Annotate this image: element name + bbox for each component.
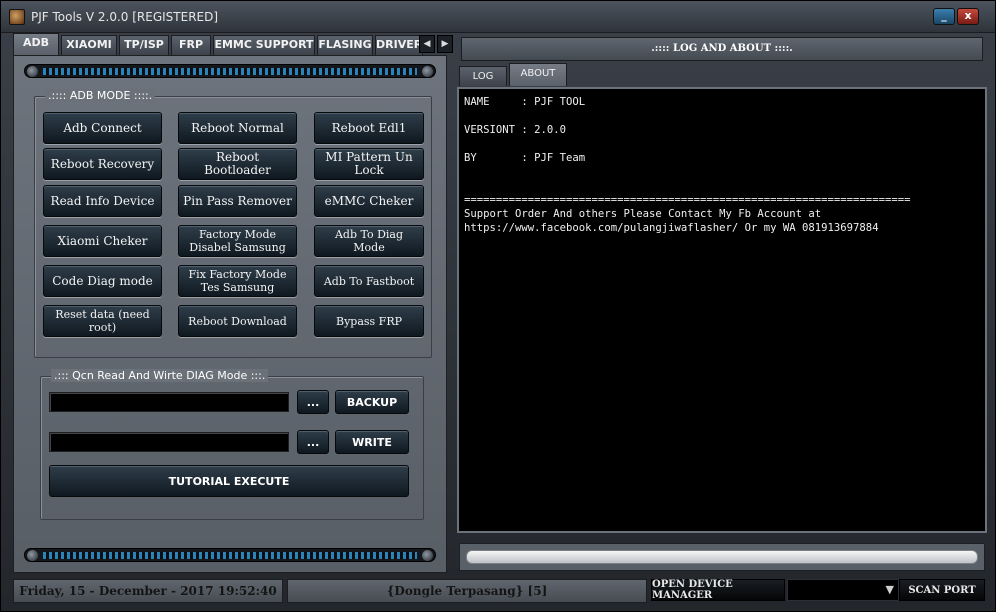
factory-mode-disable-button[interactable]: Factory Mode Disabel Samsung — [178, 225, 297, 257]
reboot-download-button[interactable]: Reboot Download — [178, 305, 297, 337]
adb-panel: .:::: ADB MODE ::::. Adb Connect Reboot … — [13, 55, 447, 573]
fix-factory-mode-button[interactable]: Fix Factory Mode Tes Samsung — [178, 265, 297, 297]
write-button[interactable]: WRITE — [335, 430, 409, 454]
tab-frp[interactable]: FRP — [171, 35, 211, 55]
console-line: Support Order And others Please Contact … — [464, 208, 822, 220]
close-button[interactable]: x — [957, 8, 979, 25]
dropdown-arrow-icon[interactable]: ▼ — [886, 583, 894, 596]
reboot-edl-button[interactable]: Reboot Edl1 — [314, 112, 424, 144]
led-strip-bottom — [24, 548, 436, 562]
console-line: ​ — [464, 137, 980, 151]
led-dot-icon — [422, 66, 433, 77]
tutorial-execute-button[interactable]: TUTORIAL EXECUTE — [49, 465, 409, 497]
console-line: ========================================… — [464, 194, 911, 206]
app-window: PJF Tools V 2.0.0 [REGISTERED] _ x ADB X… — [0, 0, 996, 612]
write-browse-button[interactable]: ... — [297, 430, 329, 454]
datetime-status: Friday, 15 - December - 2017 19:52:40 — [13, 579, 283, 603]
xiaomi-cheker-button[interactable]: Xiaomi Cheker — [43, 225, 162, 257]
adb-mode-group: .:::: ADB MODE ::::. Adb Connect Reboot … — [34, 89, 432, 358]
backup-path-field[interactable] — [49, 392, 289, 412]
console-line: BY : PJF Team — [464, 152, 586, 164]
console-line: https://www.facebook.com/pulangjiwaflash… — [464, 222, 879, 234]
console-line: ​ — [464, 165, 980, 179]
read-info-device-button[interactable]: Read Info Device — [43, 185, 162, 217]
window-title: PJF Tools V 2.0.0 [REGISTERED] — [31, 10, 219, 24]
tab-scroll-left-icon[interactable]: ◀ — [419, 35, 435, 53]
log-about-header: .:::: LOG AND ABOUT ::::. — [461, 37, 983, 61]
reboot-normal-button[interactable]: Reboot Normal — [178, 112, 297, 144]
write-path-field[interactable] — [49, 432, 289, 452]
tab-adb[interactable]: ADB — [13, 33, 59, 55]
led-dot-icon — [27, 66, 38, 77]
reboot-bootloader-button[interactable]: Reboot Bootloader — [178, 148, 297, 180]
title-bar: PJF Tools V 2.0.0 [REGISTERED] _ x — [1, 1, 995, 33]
console-line: NAME : PJF TOOL — [464, 96, 586, 108]
reset-data-button[interactable]: Reset data (need root) — [43, 305, 162, 337]
tab-driver[interactable]: DRIVER — [375, 35, 423, 55]
tab-tp-isp[interactable]: TP/ISP — [119, 35, 169, 55]
led-dot-icon — [27, 550, 38, 561]
tab-xiaomi[interactable]: XIAOMI — [61, 35, 117, 55]
backup-button[interactable]: BACKUP — [335, 390, 409, 414]
console-line: ​ — [464, 109, 980, 123]
led-dot-icon — [422, 550, 433, 561]
code-diag-mode-button[interactable]: Code Diag mode — [43, 265, 162, 297]
tab-flasing[interactable]: FLASING — [317, 35, 373, 55]
qcn-group: .::: Qcn Read And Wirte DIAG Mode :::. .… — [40, 369, 424, 520]
adb-to-fastboot-button[interactable]: Adb To Fastboot — [314, 265, 424, 297]
open-device-manager-button[interactable]: OPEN DEVICE MANAGER — [651, 579, 785, 601]
adb-mode-title: .:::: ADB MODE ::::. — [45, 89, 156, 102]
reboot-recovery-button[interactable]: Reboot Recovery — [43, 148, 162, 180]
tab-about[interactable]: ABOUT — [509, 63, 567, 86]
about-console: NAME : PJF TOOL​VERSIONT : 2.0.0​BY : PJ… — [457, 87, 987, 533]
minimize-button[interactable]: _ — [933, 8, 955, 25]
mi-pattern-unlock-button[interactable]: MI Pattern Un Lock — [314, 148, 424, 180]
backup-browse-button[interactable]: ... — [297, 390, 329, 414]
adb-connect-button[interactable]: Adb Connect — [43, 112, 162, 144]
adb-to-diag-button[interactable]: Adb To Diag Mode — [314, 225, 424, 257]
bypass-frp-button[interactable]: Bypass FRP — [314, 305, 424, 337]
led-strip-top — [24, 64, 436, 78]
qcn-title: .::: Qcn Read And Wirte DIAG Mode :::. — [51, 369, 269, 382]
emmc-cheker-button[interactable]: eMMC Cheker — [314, 185, 424, 217]
tab-scroll-right-icon[interactable]: ▶ — [437, 35, 453, 53]
progress-track — [466, 550, 978, 564]
tab-emmc-support[interactable]: EMMC SUPPORT — [213, 35, 315, 55]
console-line: VERSIONT : 2.0.0 — [464, 124, 567, 136]
app-logo-icon — [9, 9, 25, 25]
console-line: ​ — [464, 179, 980, 193]
scan-port-button[interactable]: SCAN PORT — [899, 579, 985, 601]
pin-pass-remover-button[interactable]: Pin Pass Remover — [178, 185, 297, 217]
dongle-status: {Dongle Terpasang} [5] — [287, 579, 647, 603]
tab-log[interactable]: LOG — [459, 66, 507, 86]
port-select[interactable]: ▼ — [787, 579, 899, 601]
progress-bar — [459, 543, 985, 571]
